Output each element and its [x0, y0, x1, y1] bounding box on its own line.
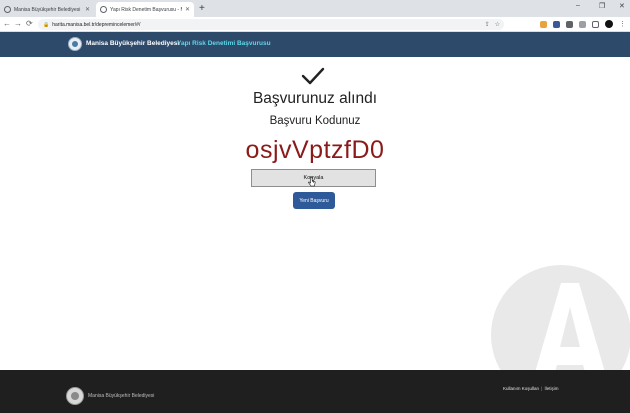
- globe-icon: [4, 6, 11, 13]
- code-label: Başvuru Kodunuz: [269, 115, 361, 127]
- new-application-button[interactable]: Yeni Başvuru: [293, 192, 335, 209]
- omnibox-actions: ⇪ ☆: [485, 21, 500, 28]
- browser-tab-1[interactable]: Manisa Büyükşehir Belediyesi ✕: [0, 2, 94, 17]
- browser-tab-title: Yapı Risk Denetim Başvurusu - M: [110, 6, 182, 13]
- mouse-cursor-icon: [308, 176, 316, 187]
- address-url: harita.manisa.bel.tr/depremincelemer/#/: [52, 21, 141, 28]
- checkmark-icon: [301, 67, 325, 85]
- new-tab-button[interactable]: +: [199, 3, 205, 15]
- close-tab-icon[interactable]: ✕: [185, 6, 190, 13]
- footer-brand: Manisa Büyükşehir Belediyesi: [88, 393, 155, 399]
- close-tab-icon[interactable]: ✕: [85, 6, 90, 13]
- extensions-bar: ⋮: [540, 20, 626, 28]
- browser-tabstrip: Manisa Büyükşehir Belediyesi ✕ Yapı Risk…: [0, 0, 630, 17]
- browser-tab-title: Manisa Büyükşehir Belediyesi: [14, 6, 81, 13]
- bookmark-star-icon[interactable]: ☆: [495, 21, 500, 28]
- lock-icon[interactable]: 🔒: [43, 22, 49, 28]
- browser-tab-2[interactable]: Yapı Risk Denetim Başvurusu - M ✕: [96, 2, 194, 17]
- share-icon[interactable]: ⇪: [485, 21, 490, 28]
- puzzle-icon[interactable]: [579, 20, 586, 28]
- minimize-button[interactable]: –: [576, 2, 580, 9]
- close-window-button[interactable]: ✕: [619, 2, 625, 10]
- municipality-logo-icon[interactable]: [68, 37, 82, 51]
- globe-icon: [100, 6, 107, 13]
- reload-button[interactable]: ⟳: [26, 19, 33, 29]
- application-code: osjvVptzfD0: [245, 136, 385, 164]
- profile-avatar[interactable]: [605, 20, 613, 28]
- maximize-button[interactable]: ❐: [599, 2, 605, 10]
- forward-button[interactable]: →: [14, 19, 22, 29]
- site-footer: Manisa Büyükşehir Belediyesi Kullanım Ko…: [0, 370, 630, 413]
- page-title: Başvurunuz alındı: [252, 90, 378, 107]
- terms-link[interactable]: Kullanım Koşulları: [503, 386, 539, 391]
- address-bar[interactable]: 🔒 harita.manisa.bel.tr/depremincelemer/#…: [38, 19, 504, 30]
- extension-icon[interactable]: [553, 20, 560, 28]
- app-title[interactable]: Yapı Risk Denetimi Başvurusu: [177, 40, 271, 47]
- menu-kebab-icon[interactable]: ⋮: [619, 20, 626, 28]
- footer-logo-icon: [66, 387, 84, 405]
- extension-icon[interactable]: [540, 20, 547, 28]
- contact-link[interactable]: İletişim: [544, 386, 558, 391]
- site-header: Manisa Büyükşehir Belediyesi Yapı Risk D…: [0, 32, 630, 57]
- back-button[interactable]: ←: [3, 19, 11, 29]
- sidebar-icon[interactable]: [592, 20, 599, 28]
- footer-separator: |: [541, 386, 543, 391]
- extension-icon[interactable]: [566, 20, 573, 28]
- site-brand[interactable]: Manisa Büyükşehir Belediyesi: [86, 40, 179, 47]
- browser-toolbar: ← → ⟳ 🔒 harita.manisa.bel.tr/depremincel…: [0, 17, 630, 32]
- footer-links: Kullanım Koşulları | İletişim: [503, 386, 558, 391]
